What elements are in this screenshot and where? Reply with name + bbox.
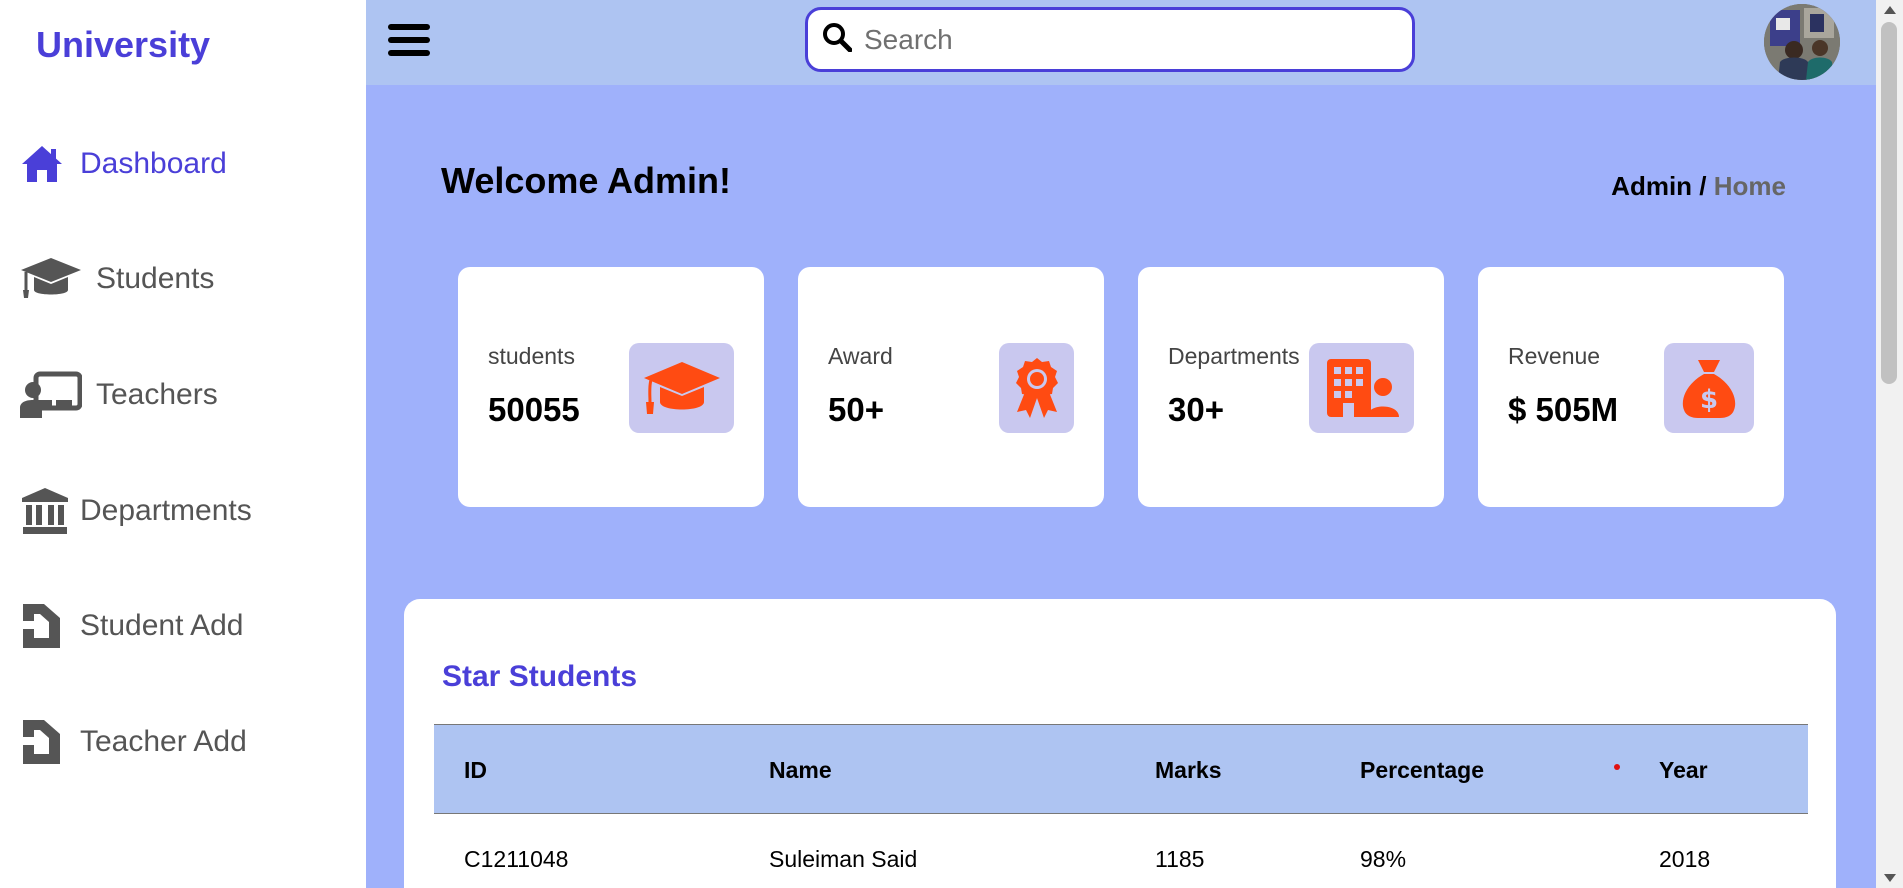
breadcrumb: Admin / Home <box>1611 171 1786 202</box>
award-ribbon-icon <box>999 343 1074 433</box>
sidebar-item-teacher-add[interactable]: Teacher Add <box>20 714 247 770</box>
stat-value: 50055 <box>488 391 580 428</box>
graduation-cap-icon <box>629 343 734 433</box>
svg-text:$: $ <box>1700 385 1718 415</box>
search-input[interactable] <box>864 23 1384 56</box>
search-box[interactable] <box>805 7 1415 72</box>
building-user-icon <box>1309 343 1414 433</box>
sidebar-item-departments[interactable]: Departments <box>20 483 252 539</box>
column-header-name[interactable]: Name <box>769 757 832 784</box>
document-icon <box>20 716 80 768</box>
table-row[interactable]: C1211048 Suleiman Said 1185 98% 2018 <box>434 814 1808 888</box>
sidebar-item-label: Dashboard <box>80 147 227 180</box>
star-students-table: ID Name Marks Percentage Year C1211048 S… <box>434 724 1808 888</box>
sidebar: University Dashboard Students Teachers D… <box>0 0 366 888</box>
cell-percentage: 98% <box>1360 846 1407 872</box>
sidebar-item-label: Teachers <box>96 378 218 411</box>
breadcrumb-admin[interactable]: Admin / <box>1611 171 1706 201</box>
cell-marks: 1185 <box>1155 846 1205 872</box>
stat-card-departments: Departments 30+ <box>1138 267 1444 507</box>
stat-card-revenue: Revenue $ 505M $ <box>1478 267 1784 507</box>
sidebar-item-label: Student Add <box>80 609 244 642</box>
stat-label: Departments <box>1168 343 1300 369</box>
page-title: Welcome Admin! <box>441 160 732 201</box>
stat-label: Revenue <box>1508 343 1601 369</box>
scroll-down-arrow-icon[interactable] <box>1884 874 1896 882</box>
sidebar-item-label: Students <box>96 262 215 295</box>
document-icon <box>20 600 80 652</box>
avatar[interactable] <box>1764 4 1840 80</box>
main-content: Welcome Admin! Admin / Home students 500… <box>366 85 1876 888</box>
search-icon <box>822 22 853 57</box>
stat-label: students <box>488 343 575 369</box>
breadcrumb-home: Home <box>1713 171 1786 201</box>
stat-label: Award <box>828 343 893 369</box>
sidebar-item-dashboard[interactable]: Dashboard <box>20 136 227 192</box>
cell-year: 2018 <box>1659 846 1711 872</box>
sidebar-item-student-add[interactable]: Student Add <box>20 598 243 654</box>
stat-value: 50+ <box>828 391 884 428</box>
column-header-percentage[interactable]: Percentage <box>1360 757 1484 784</box>
stat-card-students: students 50055 <box>458 267 764 507</box>
scrollbar-thumb[interactable] <box>1881 22 1897 384</box>
hamburger-menu-icon[interactable] <box>388 24 432 60</box>
stat-card-award: Award 50+ <box>798 267 1104 507</box>
graduation-cap-icon <box>20 253 96 305</box>
panel-title: Star Students <box>442 660 638 693</box>
cell-name: Suleiman Said <box>769 846 918 872</box>
top-bar <box>366 0 1876 85</box>
cell-id: C1211048 <box>464 846 569 872</box>
sidebar-item-teachers[interactable]: Teachers <box>20 367 218 423</box>
page-scrollbar[interactable] <box>1876 0 1903 888</box>
column-header-year[interactable]: Year <box>1659 757 1708 784</box>
scroll-up-arrow-icon[interactable] <box>1884 6 1896 14</box>
sidebar-item-label: Departments <box>80 494 252 527</box>
stat-value: $ 505M <box>1508 391 1619 428</box>
column-header-marks[interactable]: Marks <box>1155 757 1221 784</box>
column-header-id[interactable]: ID <box>464 757 487 784</box>
money-bag-icon: $ <box>1664 343 1754 433</box>
building-columns-icon <box>20 485 80 537</box>
star-students-panel: Star Students ID Name Marks Percentage Y… <box>404 599 1836 888</box>
sidebar-item-label: Teacher Add <box>80 725 247 758</box>
indicator-dot <box>1614 764 1620 770</box>
sidebar-item-students[interactable]: Students <box>20 251 214 307</box>
chalkboard-teacher-icon <box>20 369 96 421</box>
home-icon <box>20 138 80 190</box>
brand-title[interactable]: University <box>36 24 210 66</box>
table-header: ID Name Marks Percentage Year <box>434 724 1808 814</box>
stat-value: 30+ <box>1168 391 1224 428</box>
